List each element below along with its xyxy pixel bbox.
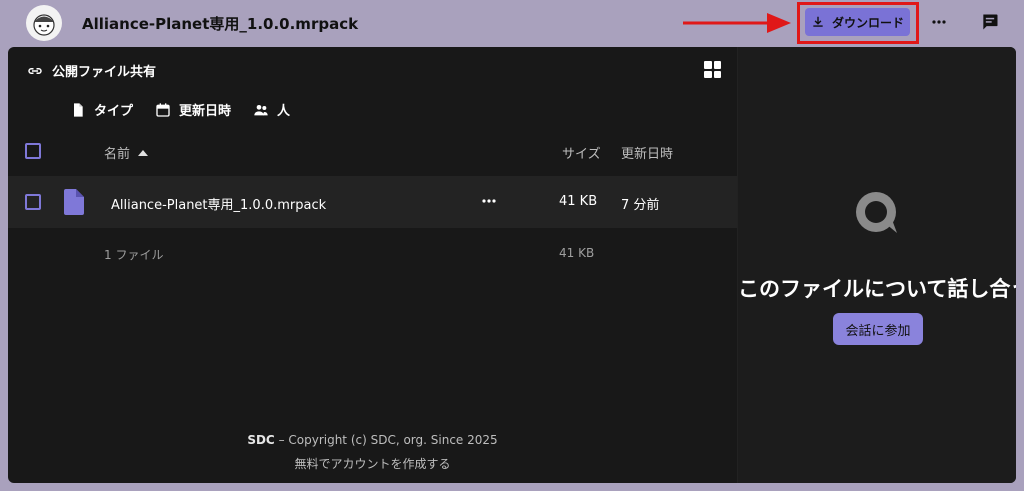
top-bar: Alliance-Planet専用_1.0.0.mrpack ダウンロード [0,0,1024,46]
calendar-icon [156,102,170,117]
footer: SDC – Copyright (c) SDC, org. Since 2025… [8,433,737,472]
column-name[interactable]: 名前 [104,143,149,162]
chat-bubble-icon [856,192,897,233]
filter-date[interactable]: 更新日時 [155,100,231,119]
row-checkbox[interactable] [25,194,41,210]
file-count: 1 ファイル [104,248,164,262]
filter-people[interactable]: 人 [253,100,290,119]
main-panel: 公開ファイル共有 タイプ 更新日時 人 名前 サイズ 更新日時 Alliance… [8,47,1016,483]
download-button[interactable]: ダウンロード [805,8,910,36]
filter-type[interactable]: タイプ [70,100,133,119]
download-label: ダウンロード [831,15,904,30]
red-arrow-annotation [683,13,791,33]
brand-name: SDC [247,433,275,447]
chat-icon[interactable] [980,12,1000,32]
more-options-icon[interactable] [929,12,949,32]
column-name-label: 名前 [104,147,131,162]
join-conversation-button[interactable]: 会話に参加 [833,313,923,345]
people-icon [254,104,268,115]
select-all-checkbox[interactable] [25,143,41,159]
file-share-pane: 公開ファイル共有 タイプ 更新日時 人 名前 サイズ 更新日時 Alliance… [8,47,737,483]
row-more-icon[interactable] [480,192,498,210]
link-icon [28,67,42,74]
file-date: 7 分前 [621,198,660,213]
filter-type-label: タイプ [94,104,134,119]
chat-title: このファイルについて話し合う [738,277,1016,301]
document-icon [74,102,83,117]
file-title: Alliance-Planet専用_1.0.0.mrpack [82,15,359,33]
filter-people-label: 人 [277,104,291,119]
column-date[interactable]: 更新日時 [621,143,673,162]
file-size: 41 KB [559,194,598,209]
sort-ascending-icon [138,149,149,156]
total-size: 41 KB [559,246,595,260]
copyright-line: SDC – Copyright (c) SDC, org. Since 2025 [8,433,737,447]
file-icon [64,189,84,215]
create-account-link[interactable]: 無料でアカウントを作成する [8,455,737,472]
filter-date-label: 更新日時 [179,104,232,119]
file-name[interactable]: Alliance-Planet専用_1.0.0.mrpack [111,194,326,213]
column-size[interactable]: サイズ [562,143,601,162]
download-icon [813,16,823,27]
share-header: 公開ファイル共有 [26,61,156,80]
copyright-text: – Copyright (c) SDC, org. Since 2025 [274,433,498,447]
table-row[interactable]: Alliance-Planet専用_1.0.0.mrpack 41 KB 7 分… [8,176,737,228]
grid-view-icon[interactable] [704,61,721,78]
chat-pane: このファイルについて話し合う 会話に参加 [737,47,1016,483]
avatar[interactable] [26,5,62,41]
table-header: 名前 サイズ 更新日時 [8,135,737,169]
share-title: 公開ファイル共有 [52,65,157,80]
filter-bar: タイプ 更新日時 人 [70,100,290,119]
